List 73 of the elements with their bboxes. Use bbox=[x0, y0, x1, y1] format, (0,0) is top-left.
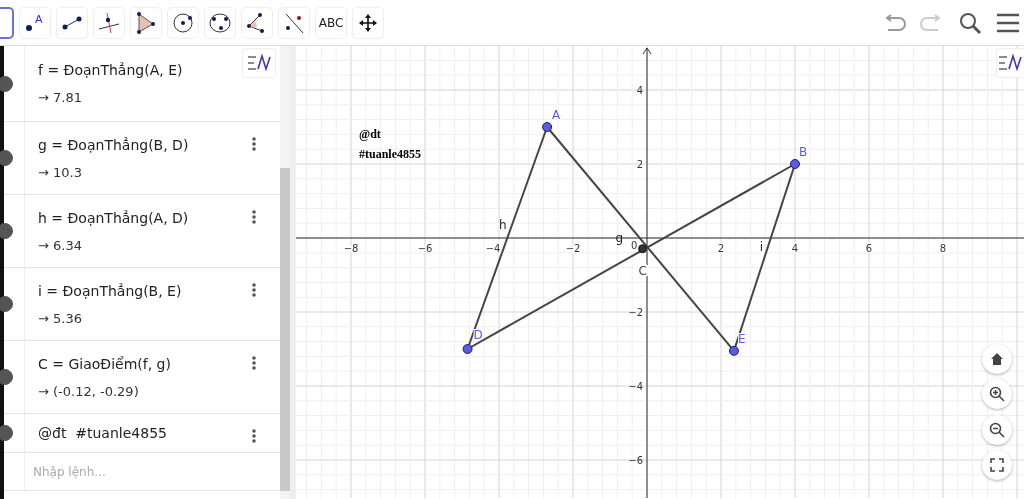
annotation-text: @dt bbox=[359, 127, 381, 141]
tool-text: ABC bbox=[318, 15, 344, 30]
algebra-value: → 5.36 bbox=[38, 310, 83, 326]
algebra-value: → 6.34 bbox=[38, 237, 83, 253]
algebra-definition: f = ĐoạnThẳng(A, E) bbox=[38, 62, 183, 78]
segment-icon bbox=[62, 15, 82, 30]
visibility-toggle[interactable] bbox=[0, 223, 13, 239]
search-button[interactable] bbox=[958, 10, 982, 35]
algebra-value: → 7.81 bbox=[38, 90, 83, 105]
tool-letter: A bbox=[35, 12, 43, 26]
zoom-in-button[interactable] bbox=[982, 379, 1012, 409]
fullscreen-button[interactable] bbox=[982, 450, 1012, 480]
y-tick-label: −6 bbox=[628, 455, 643, 466]
x-tick-label: 8 bbox=[939, 243, 947, 254]
y-tick-label: 4 bbox=[636, 85, 643, 96]
y-tick-label: −2 bbox=[628, 307, 643, 318]
perpendicular-lines-icon bbox=[98, 11, 120, 34]
intersection-point[interactable] bbox=[638, 244, 648, 254]
style-bar-icon bbox=[997, 53, 1023, 73]
x-tick-label: 4 bbox=[791, 243, 799, 254]
algebra-value: → 10.3 bbox=[38, 164, 83, 180]
point-label: E bbox=[737, 331, 746, 346]
segment-label: h bbox=[499, 217, 507, 232]
style-bar-icon bbox=[246, 53, 272, 73]
point-marker[interactable] bbox=[462, 344, 473, 354]
point-label: B bbox=[799, 145, 808, 159]
menu-button[interactable] bbox=[996, 11, 1020, 34]
scrollbar[interactable] bbox=[280, 46, 290, 499]
x-tick-label: −2 bbox=[565, 243, 581, 254]
visibility-toggle[interactable] bbox=[0, 369, 13, 385]
reflect-icon bbox=[283, 11, 305, 34]
x-tick-label: 6 bbox=[865, 243, 873, 254]
algebra-definition: g = ĐoạnThẳng(B, D) bbox=[38, 136, 189, 153]
y-tick-label: 2 bbox=[636, 159, 643, 170]
segment-label: i bbox=[759, 239, 764, 254]
search-icon bbox=[958, 10, 982, 35]
algebra-definition: h = ĐoạnThẳng(A, D) bbox=[38, 209, 189, 226]
x-tick-label: −8 bbox=[343, 243, 359, 254]
point-marker[interactable] bbox=[790, 159, 800, 169]
annotation-text: #tuanle4855 bbox=[359, 147, 421, 161]
graphics-style-bar-button[interactable] bbox=[996, 48, 1024, 78]
zoom-out-icon bbox=[989, 422, 1005, 438]
origin-label: 0 bbox=[631, 240, 638, 251]
visibility-toggle[interactable] bbox=[0, 75, 13, 92]
segment-label: g bbox=[615, 230, 624, 245]
point-label: A bbox=[552, 108, 561, 122]
point-label: D bbox=[473, 328, 483, 342]
visibility-toggle[interactable] bbox=[0, 425, 13, 441]
tool-button[interactable]: ABC bbox=[315, 6, 347, 39]
visibility-toggle[interactable] bbox=[0, 296, 13, 312]
algebra-text: @đt #tuanle4855 bbox=[38, 425, 167, 441]
zoom-in-icon bbox=[989, 386, 1005, 402]
circle-three-points-icon bbox=[208, 11, 232, 34]
point-marker[interactable] bbox=[728, 345, 739, 356]
algebra-definition: i = ĐoạnThẳng(B, E) bbox=[38, 282, 182, 299]
x-tick-label: −4 bbox=[485, 243, 501, 254]
zoom-out-button[interactable] bbox=[982, 415, 1012, 445]
tool-button[interactable]: A bbox=[19, 6, 51, 39]
home-button[interactable] bbox=[982, 344, 1012, 374]
fullscreen-icon bbox=[990, 458, 1004, 472]
algebra-value: → (-0.12, -0.29) bbox=[38, 383, 140, 399]
move-arrows-icon bbox=[358, 12, 378, 33]
visibility-toggle[interactable] bbox=[0, 150, 13, 166]
x-tick-label: 2 bbox=[717, 243, 725, 254]
x-tick-label: −6 bbox=[417, 243, 433, 254]
point-marker[interactable] bbox=[542, 122, 553, 132]
algebra-definition: C = GiaoĐiểm(f, g) bbox=[38, 355, 171, 372]
style-bar-button[interactable] bbox=[242, 48, 276, 78]
circle-icon bbox=[172, 11, 194, 34]
y-tick-label: −4 bbox=[628, 381, 643, 392]
menu-icon bbox=[996, 11, 1020, 34]
home-icon bbox=[990, 352, 1004, 366]
triangle-icon bbox=[136, 11, 156, 34]
